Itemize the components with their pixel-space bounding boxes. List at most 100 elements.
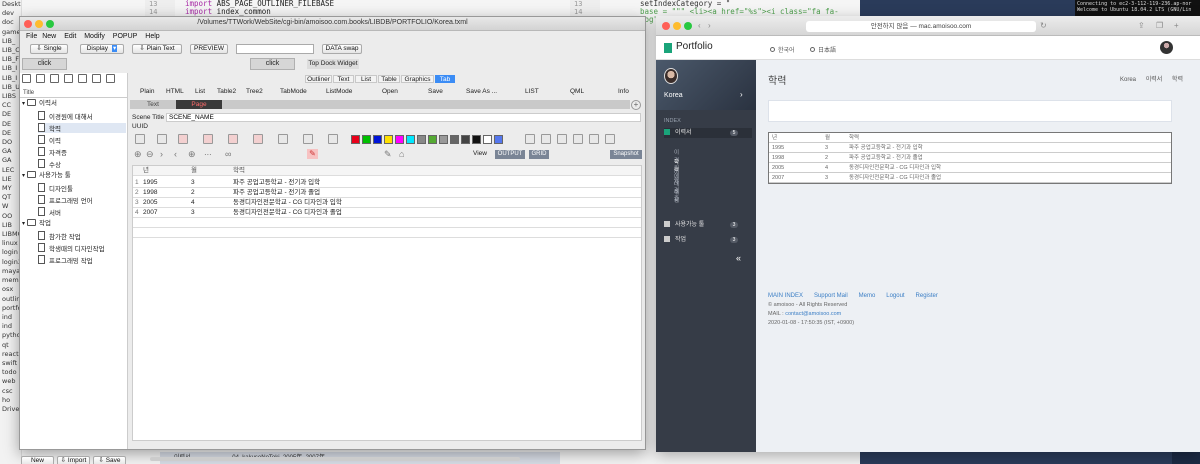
file-list-item[interactable]: OO (0, 212, 21, 221)
reload-icon[interactable]: ↻ (1040, 21, 1047, 30)
info-icon[interactable] (573, 134, 583, 144)
alert-icon[interactable] (557, 134, 567, 144)
footer-link-logout[interactable]: Logout (886, 293, 904, 299)
share-icon[interactable]: ⇪ (1138, 21, 1145, 30)
mode-tab-list[interactable]: List (195, 87, 205, 97)
color-swatch[interactable] (472, 135, 481, 144)
mode-tab-qml[interactable]: QML (570, 87, 584, 97)
edit-icon[interactable]: ✎ (384, 149, 392, 160)
sidebar-item-work[interactable]: 작업 3 (664, 235, 752, 245)
table-cell[interactable]: 파주 공업고등학교 - 전기과 입학 (233, 178, 320, 188)
tab-outliner[interactable]: Outliner (305, 75, 332, 83)
zoom-window-button[interactable] (684, 22, 692, 30)
tree-item[interactable]: 이경원에 대해서 (38, 111, 126, 121)
footer-link-main-index[interactable]: MAIN INDEX (768, 293, 803, 299)
tab-tab[interactable]: Tab (435, 75, 455, 83)
mode-tab-info[interactable]: Info (618, 87, 629, 97)
file-list-item[interactable]: dev (0, 9, 21, 18)
forward-icon[interactable]: › (708, 21, 711, 30)
file-list-item[interactable]: LIB_ (0, 37, 21, 46)
lang-korean-radio[interactable]: 한국어 (770, 45, 795, 54)
file-list-item[interactable]: ho (0, 396, 21, 405)
footer-link-memo[interactable]: Memo (859, 293, 876, 299)
file-list-item[interactable]: DE (0, 120, 21, 129)
file-list-item[interactable]: W (0, 202, 21, 211)
mode-tab-tree2[interactable]: Tree2 (246, 87, 263, 97)
tree-item[interactable]: 프로그래밍 언어 (38, 195, 126, 205)
new-scene-button[interactable]: New Scene (21, 456, 54, 464)
file-list-item[interactable]: linux (0, 239, 21, 248)
mode-tab-list[interactable]: LIST (525, 87, 539, 97)
add-icon[interactable]: + (631, 100, 641, 110)
breadcrumb-item[interactable]: 이력서 (1146, 77, 1163, 83)
preview-button[interactable]: PREVIEW (190, 44, 228, 54)
file-list-item[interactable]: LIB_C (0, 46, 21, 55)
scene-title-input[interactable] (166, 113, 641, 122)
chevron-right-icon[interactable]: › (160, 149, 163, 159)
new-tab-icon[interactable]: + (1174, 21, 1179, 30)
box-icon[interactable] (203, 134, 213, 144)
breadcrumb-item[interactable]: 학력 (1172, 77, 1183, 83)
table-cell[interactable]: 2 (191, 188, 195, 198)
sidebar-item-resume[interactable]: 이력서 5 (664, 128, 752, 138)
menu-popup[interactable]: POPUP (113, 31, 138, 42)
file-list-item[interactable]: outlin (0, 295, 21, 304)
file-list-item[interactable]: doc (0, 18, 21, 27)
warning-icon[interactable] (541, 134, 551, 144)
chevron-right-icon[interactable]: › (740, 90, 743, 99)
window-titlebar[interactable]: /Volumes/TTWork/WebSite/cgi-bin/amoisoo.… (20, 17, 645, 31)
file-list-item[interactable]: portfo (0, 304, 21, 313)
file-list-item[interactable]: swift (0, 359, 21, 368)
sidebar-item-tools[interactable]: 사용가능 툴 3 (664, 220, 752, 230)
file-list-item[interactable]: GA (0, 156, 21, 165)
file-list-item[interactable]: LIBMC (0, 230, 21, 239)
more-icon[interactable]: ∙∙∙ (204, 149, 212, 159)
table-cell[interactable]: 1995 (143, 178, 157, 188)
tab-list[interactable]: List (355, 75, 377, 83)
toolbar-input[interactable] (236, 44, 314, 54)
disclosure-icon[interactable]: ▾ (22, 101, 25, 107)
tab-table[interactable]: Table (378, 75, 400, 83)
link-icon[interactable]: ∞ (225, 149, 231, 159)
image-icon[interactable] (278, 134, 288, 144)
save-button[interactable]: ⇩ Save (93, 456, 126, 464)
color-swatch[interactable] (395, 135, 404, 144)
tree-item[interactable]: 수상 (38, 159, 126, 169)
tab-text[interactable]: Text (333, 75, 354, 83)
tree-item[interactable]: 참가한 작업 (38, 231, 126, 241)
avatar[interactable] (1160, 41, 1173, 54)
color-swatch[interactable] (351, 135, 360, 144)
stack-icon[interactable] (328, 134, 338, 144)
subtab-page[interactable]: Page (176, 100, 222, 109)
table-row[interactable]: 3 2005 4 동경디자인전문학교 - CG 디자인과 입학 (133, 198, 641, 208)
file-list-item[interactable]: MY (0, 184, 21, 193)
tree-icon[interactable] (63, 74, 73, 83)
output-button[interactable]: OUTPUT (495, 150, 525, 159)
file-list-item[interactable]: qt (0, 341, 21, 350)
mode-tab-html[interactable]: HTML (166, 87, 184, 97)
breadcrumb-item[interactable]: Korea (1120, 77, 1136, 83)
file-list-item[interactable]: ind (0, 322, 21, 331)
menu-new[interactable]: New (42, 31, 56, 42)
file-list-item[interactable]: reactr (0, 350, 21, 359)
file-list-item[interactable]: DO (0, 138, 21, 147)
address-bar[interactable]: 안전하지 않음 — mac.amoisoo.com (806, 21, 1036, 32)
color-swatch[interactable] (417, 135, 426, 144)
grid-icon[interactable] (589, 134, 599, 144)
lang-japanese-radio[interactable]: 日本語 (810, 45, 836, 54)
tree-item[interactable]: 자격증 (38, 147, 126, 157)
color-swatch[interactable] (450, 135, 459, 144)
table-cell[interactable]: 2005 (143, 198, 157, 208)
document-icon[interactable] (91, 74, 101, 83)
sidebar-subitem[interactable]: 수상 (674, 188, 679, 204)
tree-item[interactable]: ▾ 작업 (22, 219, 126, 229)
tree-item[interactable]: 서버 (38, 207, 126, 217)
site-logo[interactable]: Portfolio (676, 41, 713, 52)
snapshot-button[interactable]: Snapshot (610, 150, 642, 159)
menu-edit[interactable]: Edit (64, 31, 76, 42)
folder-stack-icon[interactable] (157, 134, 167, 144)
close-window-button[interactable] (662, 22, 670, 30)
copy-icon[interactable] (77, 74, 87, 83)
frame-icon[interactable] (228, 134, 238, 144)
file-list-item[interactable]: csc (0, 387, 21, 396)
